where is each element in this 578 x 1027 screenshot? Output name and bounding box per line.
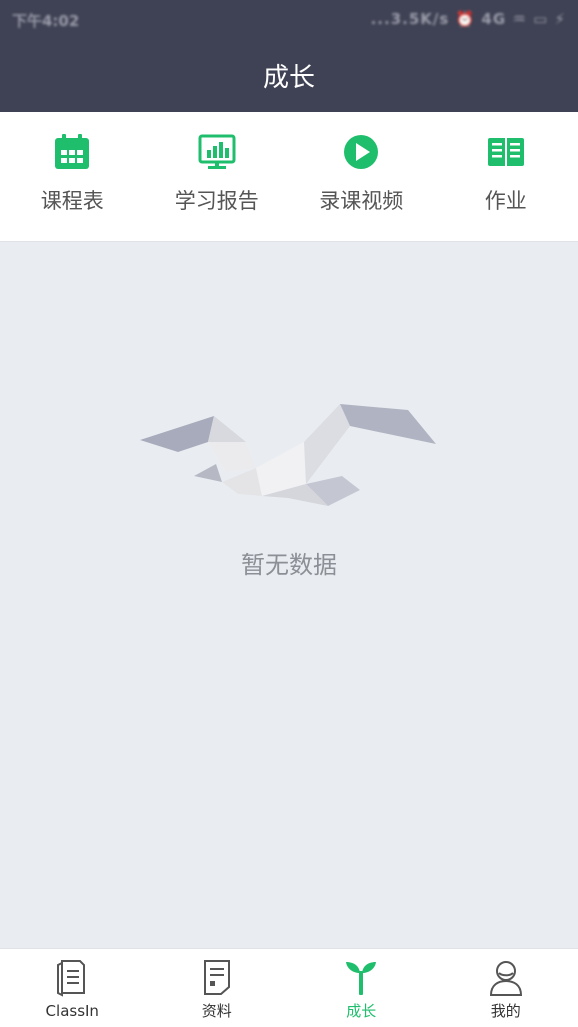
classin-doc-icon	[57, 960, 86, 997]
app-header: 下午4:02 ...3.5K/s ⏰ 4G ♒ ▭ ⚡ 成长	[0, 0, 578, 112]
tab-label: 资料	[201, 1002, 232, 1020]
quick-item-label: 作业	[484, 189, 527, 213]
origami-bird-icon	[140, 404, 436, 506]
sprout-icon	[346, 962, 377, 995]
page-title: 成长	[262, 63, 315, 93]
book-icon	[487, 138, 524, 166]
quick-menu: 课程表 学习报告 录课视频 作业	[0, 112, 578, 242]
quick-item-label: 录课视频	[319, 189, 404, 213]
quick-item-report[interactable]: 学习报告	[145, 112, 290, 241]
bottom-tabbar: ClassIn 资料 成长 我的	[0, 948, 578, 1027]
tab-label: ClassIn	[45, 1002, 99, 1020]
quick-item-recorded-video[interactable]: 录课视频	[289, 112, 434, 241]
tab-label: 我的	[490, 1002, 521, 1020]
tab-profile[interactable]: 我的	[434, 949, 578, 1027]
status-time: 下午4:02	[12, 12, 80, 30]
empty-state-text: 暂无数据	[241, 551, 337, 579]
play-video-icon	[344, 135, 379, 169]
quick-item-label: 学习报告	[174, 189, 259, 213]
materials-icon	[203, 960, 230, 995]
quick-item-label: 课程表	[40, 189, 104, 213]
calendar-icon	[55, 134, 90, 169]
empty-state: 暂无数据	[0, 242, 578, 948]
profile-icon	[489, 961, 522, 996]
tab-classin[interactable]: ClassIn	[0, 949, 145, 1027]
quick-item-homework[interactable]: 作业	[434, 112, 578, 241]
quick-item-schedule[interactable]: 课程表	[0, 112, 145, 241]
tab-growth[interactable]: 成长	[289, 949, 434, 1027]
report-chart-icon	[198, 134, 236, 169]
status-indicators: ...3.5K/s ⏰ 4G ♒ ▭ ⚡	[370, 10, 566, 28]
tab-label: 成长	[346, 1002, 377, 1020]
tab-materials[interactable]: 资料	[145, 949, 290, 1027]
status-bar: 下午4:02 ...3.5K/s ⏰ 4G ♒ ▭ ⚡	[0, 0, 578, 40]
